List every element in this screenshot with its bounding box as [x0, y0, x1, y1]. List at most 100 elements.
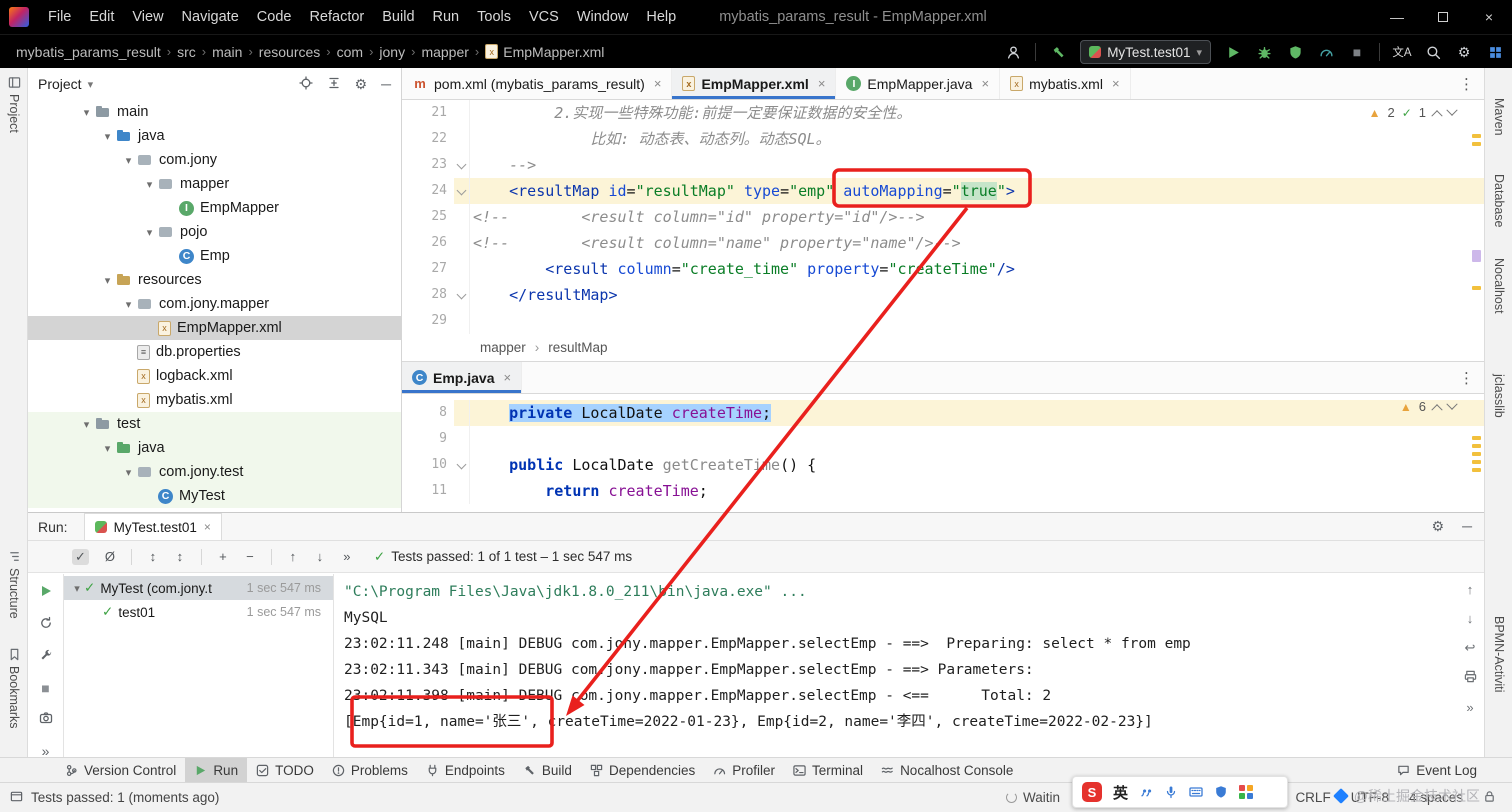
tree-expand-arrow[interactable]: ▾ [78, 418, 95, 431]
code-line-29[interactable]: 29 [402, 308, 1484, 334]
menu-tools[interactable]: Tools [468, 0, 520, 34]
soft-wrap-icon[interactable]: ↩ [1465, 640, 1476, 656]
minimize-button[interactable]: — [1374, 0, 1420, 34]
code-line-26[interactable]: 26 <!-- <result column="name" property="n… [402, 230, 1484, 256]
tree-item-com-jony[interactable]: ▾ com.jony [28, 148, 401, 172]
scroll-to-end-icon[interactable]: ↓ [1467, 611, 1474, 626]
tree-item-mybatis-xml[interactable]: x mybatis.xml [28, 388, 401, 412]
tab-empmapper-java[interactable]: I EmpMapper.java × [836, 68, 1001, 99]
menu-code[interactable]: Code [248, 0, 301, 34]
status-crlf[interactable]: CRLF [1295, 790, 1330, 805]
tree-expand-arrow[interactable]: ▾ [120, 466, 137, 479]
stop-button[interactable]: ■ [1348, 43, 1366, 61]
editor-empmapper-xml[interactable]: ▲ 2 ✓ 1 21 2.实现一些特殊功能:前提一定要保证数据的安全性。 22 比… [402, 100, 1484, 334]
code-line-27[interactable]: 27 <result column="create_time" property… [402, 256, 1484, 282]
translate-icon[interactable]: 文A [1392, 43, 1411, 61]
code-line-28[interactable]: 28 </resultMap> [402, 282, 1484, 308]
ime-language-toggle[interactable]: 英 [1113, 782, 1128, 803]
toolwindow-tab-maven[interactable]: Maven [1485, 98, 1512, 136]
test-tree-item-test01[interactable]: ✓ test01 1 sec 547 ms [64, 600, 333, 624]
tree-item-emp[interactable]: C Emp [28, 244, 401, 268]
tab-options-kebab-icon[interactable]: ⋮ [1449, 75, 1484, 93]
marketplace-grid-icon[interactable] [1486, 43, 1504, 61]
menu-edit[interactable]: Edit [80, 0, 123, 34]
breadcrumb-item-src[interactable]: src [175, 44, 198, 60]
tree-expand-arrow[interactable]: ▾ [99, 442, 116, 455]
hide-panel-icon[interactable]: ─ [1462, 518, 1472, 535]
microphone-icon[interactable] [1164, 785, 1178, 799]
toolwindow-tab-structure[interactable]: Structure [0, 550, 28, 619]
toolbutton-terminal[interactable]: Terminal [784, 758, 872, 782]
scroll-to-top-icon[interactable]: ↑ [1467, 582, 1474, 597]
inspection-widget[interactable]: ▲ 2 ✓ 1 [1369, 104, 1458, 121]
show-passed-toggle[interactable]: ✓ [72, 548, 89, 565]
tab-pom-xml-mybatis-params-result[interactable]: m pom.xml (mybatis_params_result) × [402, 68, 673, 99]
settings-gear-icon[interactable]: ⚙ [1455, 43, 1473, 61]
stop-button[interactable]: ■ [41, 680, 49, 696]
breadcrumb-item-main[interactable]: main [210, 44, 244, 60]
fold-marker-icon[interactable] [456, 289, 467, 300]
toolbutton-dependencies[interactable]: Dependencies [581, 758, 704, 782]
tab-close-icon[interactable]: × [503, 370, 511, 385]
previous-problem-icon[interactable] [1431, 403, 1443, 415]
tree-item-java[interactable]: ▾ java [28, 436, 401, 460]
menu-file[interactable]: File [39, 0, 80, 34]
tree-item-resources[interactable]: ▾ resources [28, 268, 401, 292]
tree-expand-arrow[interactable]: ▾ [141, 178, 158, 191]
tree-expand-arrow[interactable]: ▾ [141, 226, 158, 239]
build-hammer-icon[interactable] [1049, 43, 1067, 61]
toolbutton-profiler[interactable]: Profiler [704, 758, 784, 782]
punctuation-mode-icon[interactable] [1139, 785, 1153, 799]
toolwindow-tab-bpmn-activiti[interactable]: BPMN-Activiti [1485, 616, 1512, 692]
code-line-8[interactable]: 8 private LocalDate createTime; [402, 400, 1484, 426]
run-button[interactable] [1224, 43, 1242, 61]
collapse-all-icon[interactable] [327, 76, 341, 93]
tree-item-empmapper-xml[interactable]: x EmpMapper.xml [28, 316, 401, 340]
more-options-chevrons[interactable]: » [341, 549, 353, 564]
coverage-shield-icon[interactable] [1286, 43, 1304, 61]
tab-close-icon[interactable]: × [981, 76, 989, 91]
settings-gear-icon[interactable]: ⚙ [355, 76, 368, 93]
hidden-icons-chevrons[interactable]: » [1466, 700, 1473, 715]
close-button[interactable]: × [1466, 0, 1512, 34]
fold-marker-icon[interactable] [456, 159, 467, 170]
editor-emp-java[interactable]: ▲ 6 8 private LocalDate createTime; 9 10 p… [402, 394, 1484, 512]
tree-expand-arrow[interactable]: ▾ [120, 298, 137, 311]
breadcrumb-item-resources[interactable]: resources [257, 44, 322, 60]
menu-build[interactable]: Build [373, 0, 423, 34]
tree-item-db-properties[interactable]: ≡ db.properties [28, 340, 401, 364]
menu-window[interactable]: Window [568, 0, 638, 34]
tree-expand-arrow[interactable]: ▾ [99, 274, 116, 287]
menu-help[interactable]: Help [637, 0, 685, 34]
breadcrumb-item-mybatis-params-result[interactable]: mybatis_params_result [14, 44, 163, 60]
fold-marker-icon[interactable] [456, 185, 467, 196]
editor-breadcrumb-item-resultmap[interactable]: resultMap [548, 340, 607, 355]
menu-refactor[interactable]: Refactor [300, 0, 373, 34]
settings-gear-icon[interactable]: ⚙ [1432, 518, 1445, 535]
rerun-failed-tests-icon[interactable] [39, 616, 53, 633]
tree-item-java[interactable]: ▾ java [28, 124, 401, 148]
code-line-24[interactable]: 24 <resultMap id="resultMap" type="emp" … [402, 178, 1484, 204]
tree-item-com-jony-mapper[interactable]: ▾ com.jony.mapper [28, 292, 401, 316]
toolbutton-version-control[interactable]: Version Control [56, 758, 185, 782]
tree-expand-arrow[interactable]: ▾ [78, 106, 95, 119]
user-icon[interactable] [1004, 43, 1022, 61]
toolwindow-tab-project[interactable]: Project [0, 76, 28, 133]
shield-icon[interactable] [1214, 785, 1228, 799]
show-ignored-toggle[interactable]: Ø [104, 549, 116, 564]
close-icon[interactable]: × [204, 520, 211, 534]
locate-file-icon[interactable] [298, 75, 313, 93]
test-settings-icon[interactable] [39, 648, 53, 665]
run-console[interactable]: "C:\Program Files\Java\jdk1.8.0_211\bin\… [334, 574, 1456, 757]
menu-vcs[interactable]: VCS [520, 0, 568, 34]
toolwindow-tab-jclasslib[interactable]: jclasslib [1485, 374, 1512, 418]
tree-item-main[interactable]: ▾ main [28, 100, 401, 124]
inspection-widget[interactable]: ▲ 6 [1400, 398, 1458, 415]
tree-item-com-jony-test[interactable]: ▾ com.jony.test [28, 460, 401, 484]
tree-item-test[interactable]: ▾ test [28, 412, 401, 436]
tree-item-logback-xml[interactable]: x logback.xml [28, 364, 401, 388]
breadcrumb-file[interactable]: x EmpMapper.xml [483, 44, 606, 60]
code-line-10[interactable]: 10 public LocalDate getCreateTime() { [402, 452, 1484, 478]
code-line-9[interactable]: 9 [402, 426, 1484, 452]
maximize-button[interactable] [1420, 0, 1466, 34]
